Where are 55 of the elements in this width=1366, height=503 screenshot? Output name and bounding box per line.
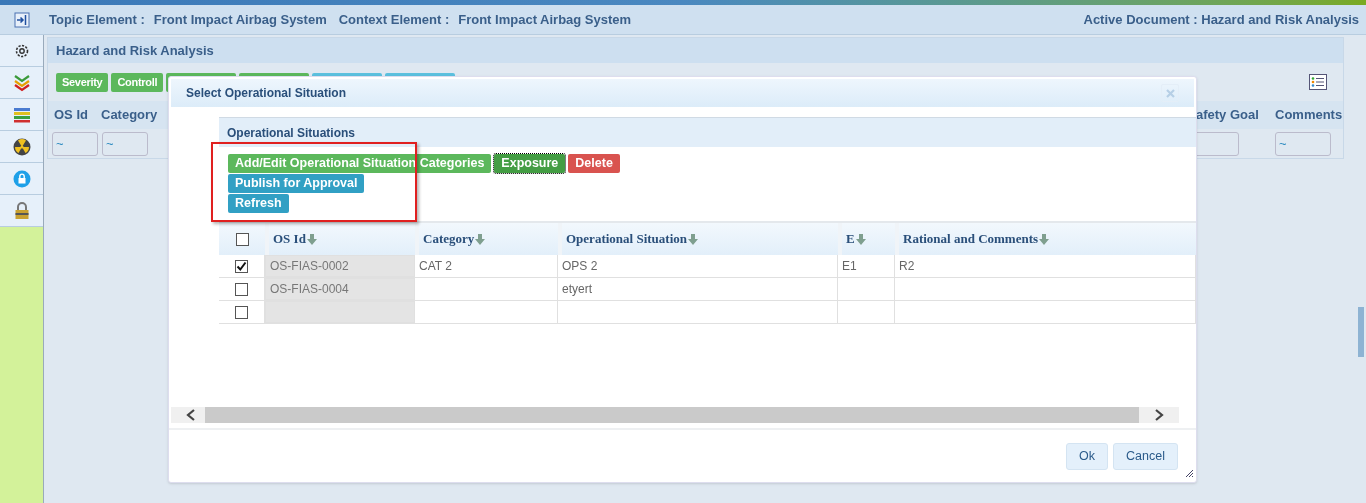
list-view-icon[interactable] (1309, 74, 1327, 90)
checkbox[interactable] (235, 282, 248, 296)
dialog-title: Select Operational Situation (186, 85, 347, 102)
column-header: Comments (1274, 106, 1343, 125)
column-header[interactable]: Operational Situation (566, 229, 687, 249)
sort-arrow-icon[interactable] (1039, 233, 1050, 245)
table-cell: OS-FIAS-0004 (265, 278, 415, 300)
sort-arrow-icon[interactable] (855, 233, 866, 245)
filter-field[interactable]: ~ (1275, 132, 1331, 156)
toolbar-button[interactable]: Severity (56, 72, 109, 92)
radiation-icon[interactable] (12, 137, 31, 156)
gear-icon[interactable] (13, 42, 30, 59)
column-header: OS Id (53, 106, 89, 125)
panel-header: Operational Situations (219, 118, 1196, 147)
column-header[interactable]: E (846, 229, 855, 249)
dialog-button[interactable]: Cancel (1113, 442, 1178, 470)
table-cell: R2 (895, 255, 1196, 277)
checkbox[interactable] (235, 305, 248, 319)
filter-field[interactable]: ~ (52, 132, 98, 156)
topic-value: Front Impact Airbag System (153, 10, 327, 29)
action-button[interactable]: Add/Edit Operational Situation Categories (228, 154, 492, 173)
checkbox[interactable] (235, 259, 248, 273)
toolbar-button[interactable]: Controll (111, 72, 164, 92)
context-label: Context Element : (338, 10, 450, 29)
column-header: Category (100, 106, 159, 125)
action-button[interactable]: Refresh (228, 194, 289, 213)
padlock-icon[interactable] (13, 201, 30, 220)
sort-arrow-icon[interactable] (688, 233, 698, 245)
checkbox[interactable] (235, 232, 249, 246)
dialog-button[interactable]: Ok (1066, 442, 1109, 470)
table-cell: E1 (838, 255, 895, 277)
active-document: Active Document : Hazard and Risk Analysis (1083, 10, 1359, 29)
action-button[interactable]: Delete (568, 154, 620, 173)
expand-panel-icon[interactable] (14, 11, 30, 28)
horizontal-scrollbar[interactable] (171, 407, 1179, 423)
table-cell: OS-FIAS-0002 (265, 255, 415, 277)
chevrons-down-icon[interactable] (12, 73, 31, 92)
table-cell: OPS 2 (558, 255, 838, 277)
sort-arrow-icon[interactable] (306, 233, 317, 245)
table-cell: etyert (558, 278, 838, 300)
context-value: Front Impact Airbag System (458, 10, 632, 29)
resize-grip-icon[interactable] (1185, 469, 1193, 477)
action-button[interactable]: Exposure (494, 154, 566, 173)
stacked-layers-icon[interactable] (12, 106, 31, 123)
column-header: afety Goal (1195, 106, 1260, 125)
column-header[interactable]: OS Id (273, 229, 306, 249)
filter-field[interactable]: ~ (102, 132, 148, 156)
lock-icon[interactable] (12, 169, 31, 188)
action-button[interactable]: Publish for Approval (228, 174, 365, 193)
topic-label: Topic Element : (49, 10, 145, 29)
table-cell: CAT 2 (415, 255, 558, 277)
column-header[interactable]: Category (423, 229, 475, 249)
column-header[interactable]: Rational and Comments (903, 229, 1039, 249)
sort-arrow-icon[interactable] (475, 233, 486, 245)
panel-title: Hazard and Risk Analysis (48, 38, 1343, 63)
